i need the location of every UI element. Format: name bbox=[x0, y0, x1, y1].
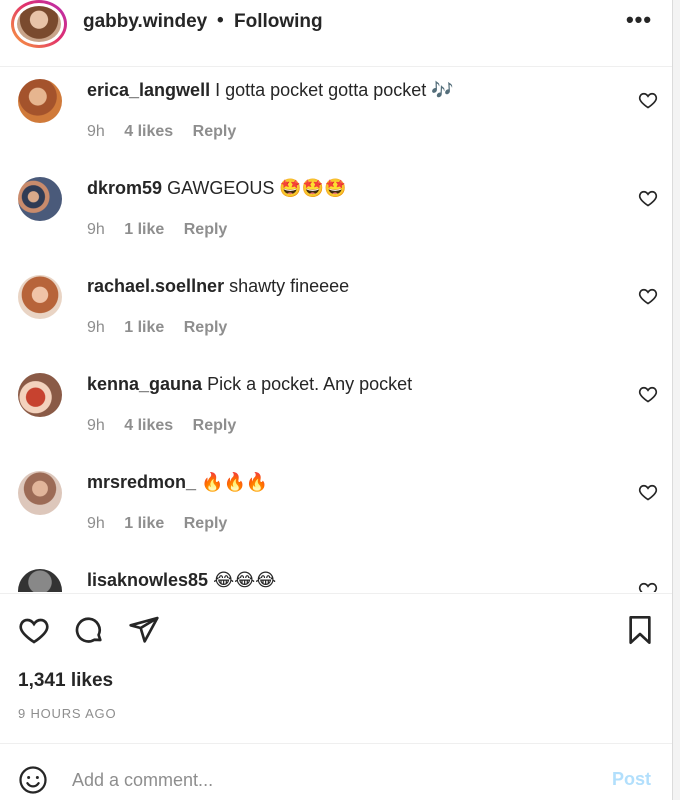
comment-time: 9h bbox=[87, 417, 105, 434]
comments-list[interactable]: erica_langwell I gotta pocket gotta pock… bbox=[0, 67, 672, 592]
smiley-icon[interactable] bbox=[18, 765, 48, 795]
bookmark-icon[interactable] bbox=[624, 614, 656, 646]
reply-button[interactable]: Reply bbox=[193, 123, 237, 140]
commenter-avatar[interactable] bbox=[18, 275, 62, 319]
post-actions: 1,341 likes 9 HOURS AGO bbox=[0, 593, 672, 744]
comment-text: 🔥🔥🔥 bbox=[201, 472, 269, 492]
author-avatar-image bbox=[17, 6, 61, 42]
commenter-avatar[interactable] bbox=[18, 569, 62, 592]
author-username[interactable]: gabby.windey bbox=[83, 11, 207, 33]
separator-dot: • bbox=[217, 10, 224, 31]
commenter-username[interactable]: mrsredmon_ bbox=[87, 472, 196, 492]
heart-icon[interactable] bbox=[638, 188, 658, 208]
heart-icon[interactable] bbox=[638, 580, 658, 592]
comment-likes[interactable]: 1 like bbox=[124, 515, 164, 532]
comment-text: 😂😂😂 bbox=[213, 570, 277, 590]
heart-icon[interactable] bbox=[638, 90, 658, 110]
comment-time: 9h bbox=[87, 221, 105, 238]
post-button[interactable]: Post bbox=[612, 769, 651, 790]
heart-icon[interactable] bbox=[638, 384, 658, 404]
reply-button[interactable]: Reply bbox=[184, 221, 228, 238]
commenter-avatar[interactable] bbox=[18, 177, 62, 221]
post-timestamp: 9 HOURS AGO bbox=[18, 706, 117, 721]
commenter-username[interactable]: dkrom59 bbox=[87, 178, 162, 198]
comment-item: kenna_gauna Pick a pocket. Any pocket 9h… bbox=[0, 361, 672, 459]
heart-icon[interactable] bbox=[18, 614, 50, 646]
following-button[interactable]: Following bbox=[234, 11, 323, 33]
reply-button[interactable]: Reply bbox=[184, 515, 228, 532]
scrollbar[interactable] bbox=[673, 0, 680, 800]
comment-time: 9h bbox=[87, 515, 105, 532]
comment-item: lisaknowles85 😂😂😂 bbox=[0, 557, 672, 592]
commenter-avatar[interactable] bbox=[18, 373, 62, 417]
heart-icon[interactable] bbox=[638, 482, 658, 502]
heart-icon[interactable] bbox=[638, 286, 658, 306]
comment-likes[interactable]: 1 like bbox=[124, 319, 164, 336]
reply-button[interactable]: Reply bbox=[193, 417, 237, 434]
commenter-avatar[interactable] bbox=[18, 471, 62, 515]
likes-count[interactable]: 1,341 likes bbox=[18, 670, 113, 692]
comment-item: mrsredmon_ 🔥🔥🔥 9h 1 like Reply bbox=[0, 459, 672, 557]
commenter-username[interactable]: kenna_gauna bbox=[87, 374, 202, 394]
comment-likes[interactable]: 1 like bbox=[124, 221, 164, 238]
comment-item: dkrom59 GAWGEOUS 🤩🤩🤩 9h 1 like Reply bbox=[0, 165, 672, 263]
comment-text: shawty fineeee bbox=[229, 276, 350, 296]
comment-text: GAWGEOUS 🤩🤩🤩 bbox=[167, 178, 347, 198]
comment-item: rachael.soellner shawty fineeee 9h 1 lik… bbox=[0, 263, 672, 361]
comment-text: I gotta pocket gotta pocket 🎶 bbox=[215, 80, 454, 100]
add-comment-bar: Post bbox=[0, 743, 672, 801]
commenter-username[interactable]: rachael.soellner bbox=[87, 276, 224, 296]
comment-time: 9h bbox=[87, 319, 105, 336]
comment-likes[interactable]: 4 likes bbox=[124, 123, 173, 140]
reply-button[interactable]: Reply bbox=[184, 319, 228, 336]
commenter-avatar[interactable] bbox=[18, 79, 62, 123]
paper-plane-icon[interactable] bbox=[128, 614, 160, 646]
comment-text: Pick a pocket. Any pocket bbox=[207, 374, 413, 394]
comment-bubble-icon[interactable] bbox=[73, 614, 105, 646]
more-horizontal-icon[interactable]: ••• bbox=[622, 8, 656, 34]
post-panel: gabby.windey • Following ••• erica_langw… bbox=[0, 0, 673, 800]
comment-input[interactable] bbox=[70, 764, 594, 796]
post-header: gabby.windey • Following ••• bbox=[0, 0, 672, 67]
comment-likes[interactable]: 4 likes bbox=[124, 417, 173, 434]
comment-time: 9h bbox=[87, 123, 105, 140]
comment-item: erica_langwell I gotta pocket gotta pock… bbox=[0, 67, 672, 165]
commenter-username[interactable]: lisaknowles85 bbox=[87, 570, 208, 590]
commenter-username[interactable]: erica_langwell bbox=[87, 80, 210, 100]
author-avatar[interactable] bbox=[11, 0, 67, 48]
